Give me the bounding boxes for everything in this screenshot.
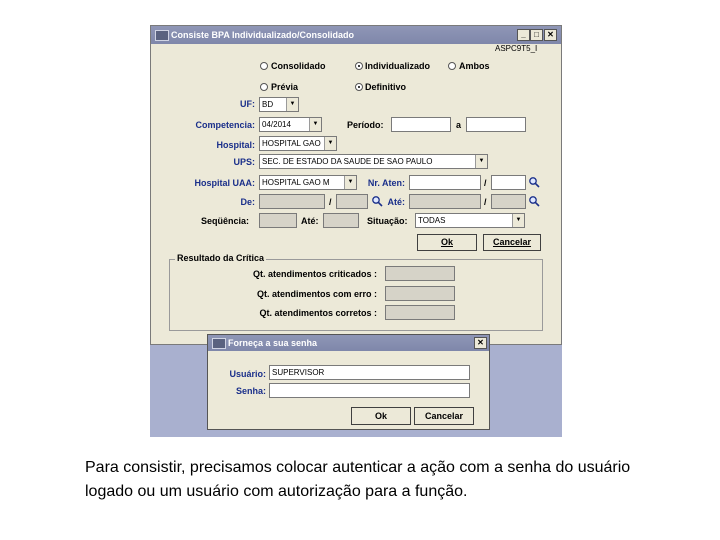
ate-label: Até: xyxy=(387,197,406,207)
dialog-ok-button[interactable]: Ok xyxy=(351,407,411,425)
nr-aten-slash: / xyxy=(484,178,487,188)
dialog-cancel-button[interactable]: Cancelar xyxy=(414,407,474,425)
periodo-end-input[interactable] xyxy=(466,117,526,132)
situacao-select[interactable]: TODAS ▼ xyxy=(415,213,525,228)
radio-individualizado[interactable] xyxy=(355,62,363,70)
qt-criticados-label: Qt. atendimentos criticados : xyxy=(252,269,377,279)
dialog-titlebar: Forneça a sua senha ✕ xyxy=(208,335,489,351)
hospital-uaa-select[interactable]: HOSPITAL GAO M ▼ xyxy=(259,175,357,190)
competencia-select[interactable]: 04/2014 ▼ xyxy=(259,117,322,132)
sequencia-label: Seqüência: xyxy=(201,216,250,226)
competencia-label: Competencia: xyxy=(195,120,255,130)
radio-definitivo-label: Definitivo xyxy=(365,82,407,92)
sequencia-end-input[interactable] xyxy=(323,213,359,228)
minimize-button[interactable]: _ xyxy=(517,29,530,41)
dialog-ok-label: Ok xyxy=(374,411,387,421)
de-slash: / xyxy=(329,197,332,207)
qt-corretos-value xyxy=(385,305,455,320)
uf-select[interactable]: BD ▼ xyxy=(259,97,299,112)
hospital-select[interactable]: HOSPITAL GAO ▼ xyxy=(259,136,337,151)
search-icon[interactable] xyxy=(528,176,540,188)
radio-individualizado-label: Individualizado xyxy=(365,61,431,71)
situacao-value: TODAS xyxy=(418,216,446,225)
qt-criticados-value xyxy=(385,266,455,281)
uf-value: BD xyxy=(262,100,274,109)
uf-label: UF: xyxy=(240,99,255,109)
periodo-a-label: a xyxy=(456,120,462,130)
cancel-button[interactable]: Cancelar xyxy=(483,234,541,251)
consiste-bpa-window: Consiste BPA Individualizado/Consolidado… xyxy=(150,25,562,345)
radio-previa-label: Prévia xyxy=(271,82,299,92)
usuario-value: SUPERVISOR xyxy=(272,368,325,377)
chevron-down-icon[interactable]: ▼ xyxy=(475,155,487,168)
de-label: De: xyxy=(240,197,255,207)
hospital-value: HOSPITAL GAO xyxy=(262,139,321,148)
password-dialog: Forneça a sua senha ✕ Usuário: SUPERVISO… xyxy=(207,334,490,430)
senha-input[interactable] xyxy=(269,383,470,398)
hospital-uaa-label: Hospital UAA: xyxy=(194,178,256,188)
usuario-label: Usuário: xyxy=(229,369,266,379)
chevron-down-icon[interactable]: ▼ xyxy=(512,214,524,227)
maximize-button[interactable]: □ xyxy=(530,29,543,41)
periodo-start-input[interactable] xyxy=(391,117,451,132)
app-icon xyxy=(155,30,169,41)
de-seq-input[interactable] xyxy=(336,194,368,209)
chevron-down-icon[interactable]: ▼ xyxy=(324,137,336,150)
radio-ambos[interactable] xyxy=(448,62,456,70)
chevron-down-icon[interactable]: ▼ xyxy=(309,118,321,131)
radio-definitivo[interactable] xyxy=(355,83,363,91)
dialog-cancel-label: Cancelar xyxy=(424,411,464,421)
hospital-uaa-value: HOSPITAL GAO M xyxy=(262,178,330,187)
situacao-label: Situação: xyxy=(367,216,408,226)
nr-aten-label: Nr. Aten: xyxy=(367,178,405,188)
chevron-down-icon[interactable]: ▼ xyxy=(344,176,356,189)
chevron-down-icon[interactable]: ▼ xyxy=(286,98,298,111)
radio-consolidado[interactable] xyxy=(260,62,268,70)
app-icon xyxy=(212,338,226,349)
ups-label: UPS: xyxy=(233,157,255,167)
sequencia-ate-label: Até: xyxy=(301,216,319,226)
radio-ambos-label: Ambos xyxy=(459,61,490,71)
qt-corretos-label: Qt. atendimentos corretos : xyxy=(259,308,377,318)
cancel-button-label: Cancelar xyxy=(492,237,532,247)
nr-aten-input[interactable] xyxy=(409,175,481,190)
dialog-close-button[interactable]: ✕ xyxy=(474,337,487,349)
competencia-value: 04/2014 xyxy=(262,120,291,129)
form-code: ASPC9T5_I xyxy=(495,44,538,53)
sequencia-start-input[interactable] xyxy=(259,213,297,228)
ate-input[interactable] xyxy=(409,194,481,209)
dialog-title: Forneça a sua senha xyxy=(228,338,318,348)
usuario-input[interactable]: SUPERVISOR xyxy=(269,365,470,380)
ups-value: SEC. DE ESTADO DA SAUDE DE SAO PAULO xyxy=(262,157,433,166)
hospital-label: Hospital: xyxy=(216,140,255,150)
ok-button[interactable]: Ok xyxy=(417,234,477,251)
close-button[interactable]: ✕ xyxy=(544,29,557,41)
radio-previa[interactable] xyxy=(260,83,268,91)
de-input[interactable] xyxy=(259,194,325,209)
caption-text: Para consistir, precisamos colocar auten… xyxy=(85,459,631,500)
qt-erro-label: Qt. atendimentos com erro : xyxy=(256,289,377,299)
ups-select[interactable]: SEC. DE ESTADO DA SAUDE DE SAO PAULO ▼ xyxy=(259,154,488,169)
window-titlebar: Consiste BPA Individualizado/Consolidado… xyxy=(151,26,561,44)
ate-seq-input[interactable] xyxy=(491,194,526,209)
periodo-label: Período: xyxy=(347,120,384,130)
search-icon[interactable] xyxy=(528,195,540,207)
nr-aten-seq-input[interactable] xyxy=(491,175,526,190)
resultado-critica-title: Resultado da Crítica xyxy=(175,253,267,263)
qt-erro-value xyxy=(385,286,455,301)
ok-button-label: Ok xyxy=(440,237,453,247)
ate-slash: / xyxy=(484,197,487,207)
window-title: Consiste BPA Individualizado/Consolidado xyxy=(171,30,355,40)
senha-label: Senha: xyxy=(235,386,266,396)
radio-consolidado-label: Consolidado xyxy=(271,61,326,71)
